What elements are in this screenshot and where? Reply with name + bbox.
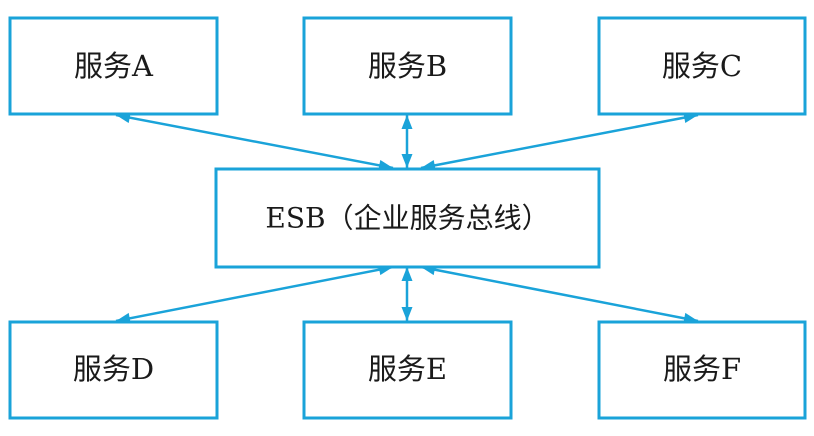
connector-bus-to-service-a: [115, 113, 394, 170]
service-e-node: 服务E: [302, 320, 513, 420]
arrowhead-bus-to-service-e-end: [401, 307, 413, 321]
service-b-node: 服务B: [302, 16, 513, 116]
service-c-node: 服务C: [597, 16, 807, 116]
service-e-label: 服务E: [368, 352, 447, 386]
service-f-node: 服务F: [597, 320, 807, 420]
service-c-label: 服务C: [662, 49, 742, 83]
service-f-label: 服务F: [663, 352, 741, 386]
service-d-node: 服务D: [8, 320, 219, 420]
arrowhead-bus-to-service-b-end: [401, 115, 413, 129]
connector-bus-to-service-d: [115, 265, 394, 323]
connector-bus-to-service-c: [420, 113, 699, 170]
arrowhead-bus-to-service-b-start: [401, 154, 413, 168]
esb-architecture-diagram: 服务A 服务B 服务C ESB（企业服务总线） 服务D 服务E 服务F: [8, 16, 807, 420]
arrowhead-bus-to-service-e-start: [401, 267, 413, 281]
service-a-node: 服务A: [8, 16, 219, 116]
service-d-label: 服务D: [73, 352, 154, 386]
esb-bus-label: ESB（企业服务总线）: [265, 202, 549, 235]
esb-bus-node: ESB（企业服务总线）: [214, 167, 601, 269]
service-b-label: 服务B: [368, 49, 447, 83]
service-a-label: 服务A: [74, 49, 154, 83]
connector-bus-to-service-f: [420, 265, 699, 323]
